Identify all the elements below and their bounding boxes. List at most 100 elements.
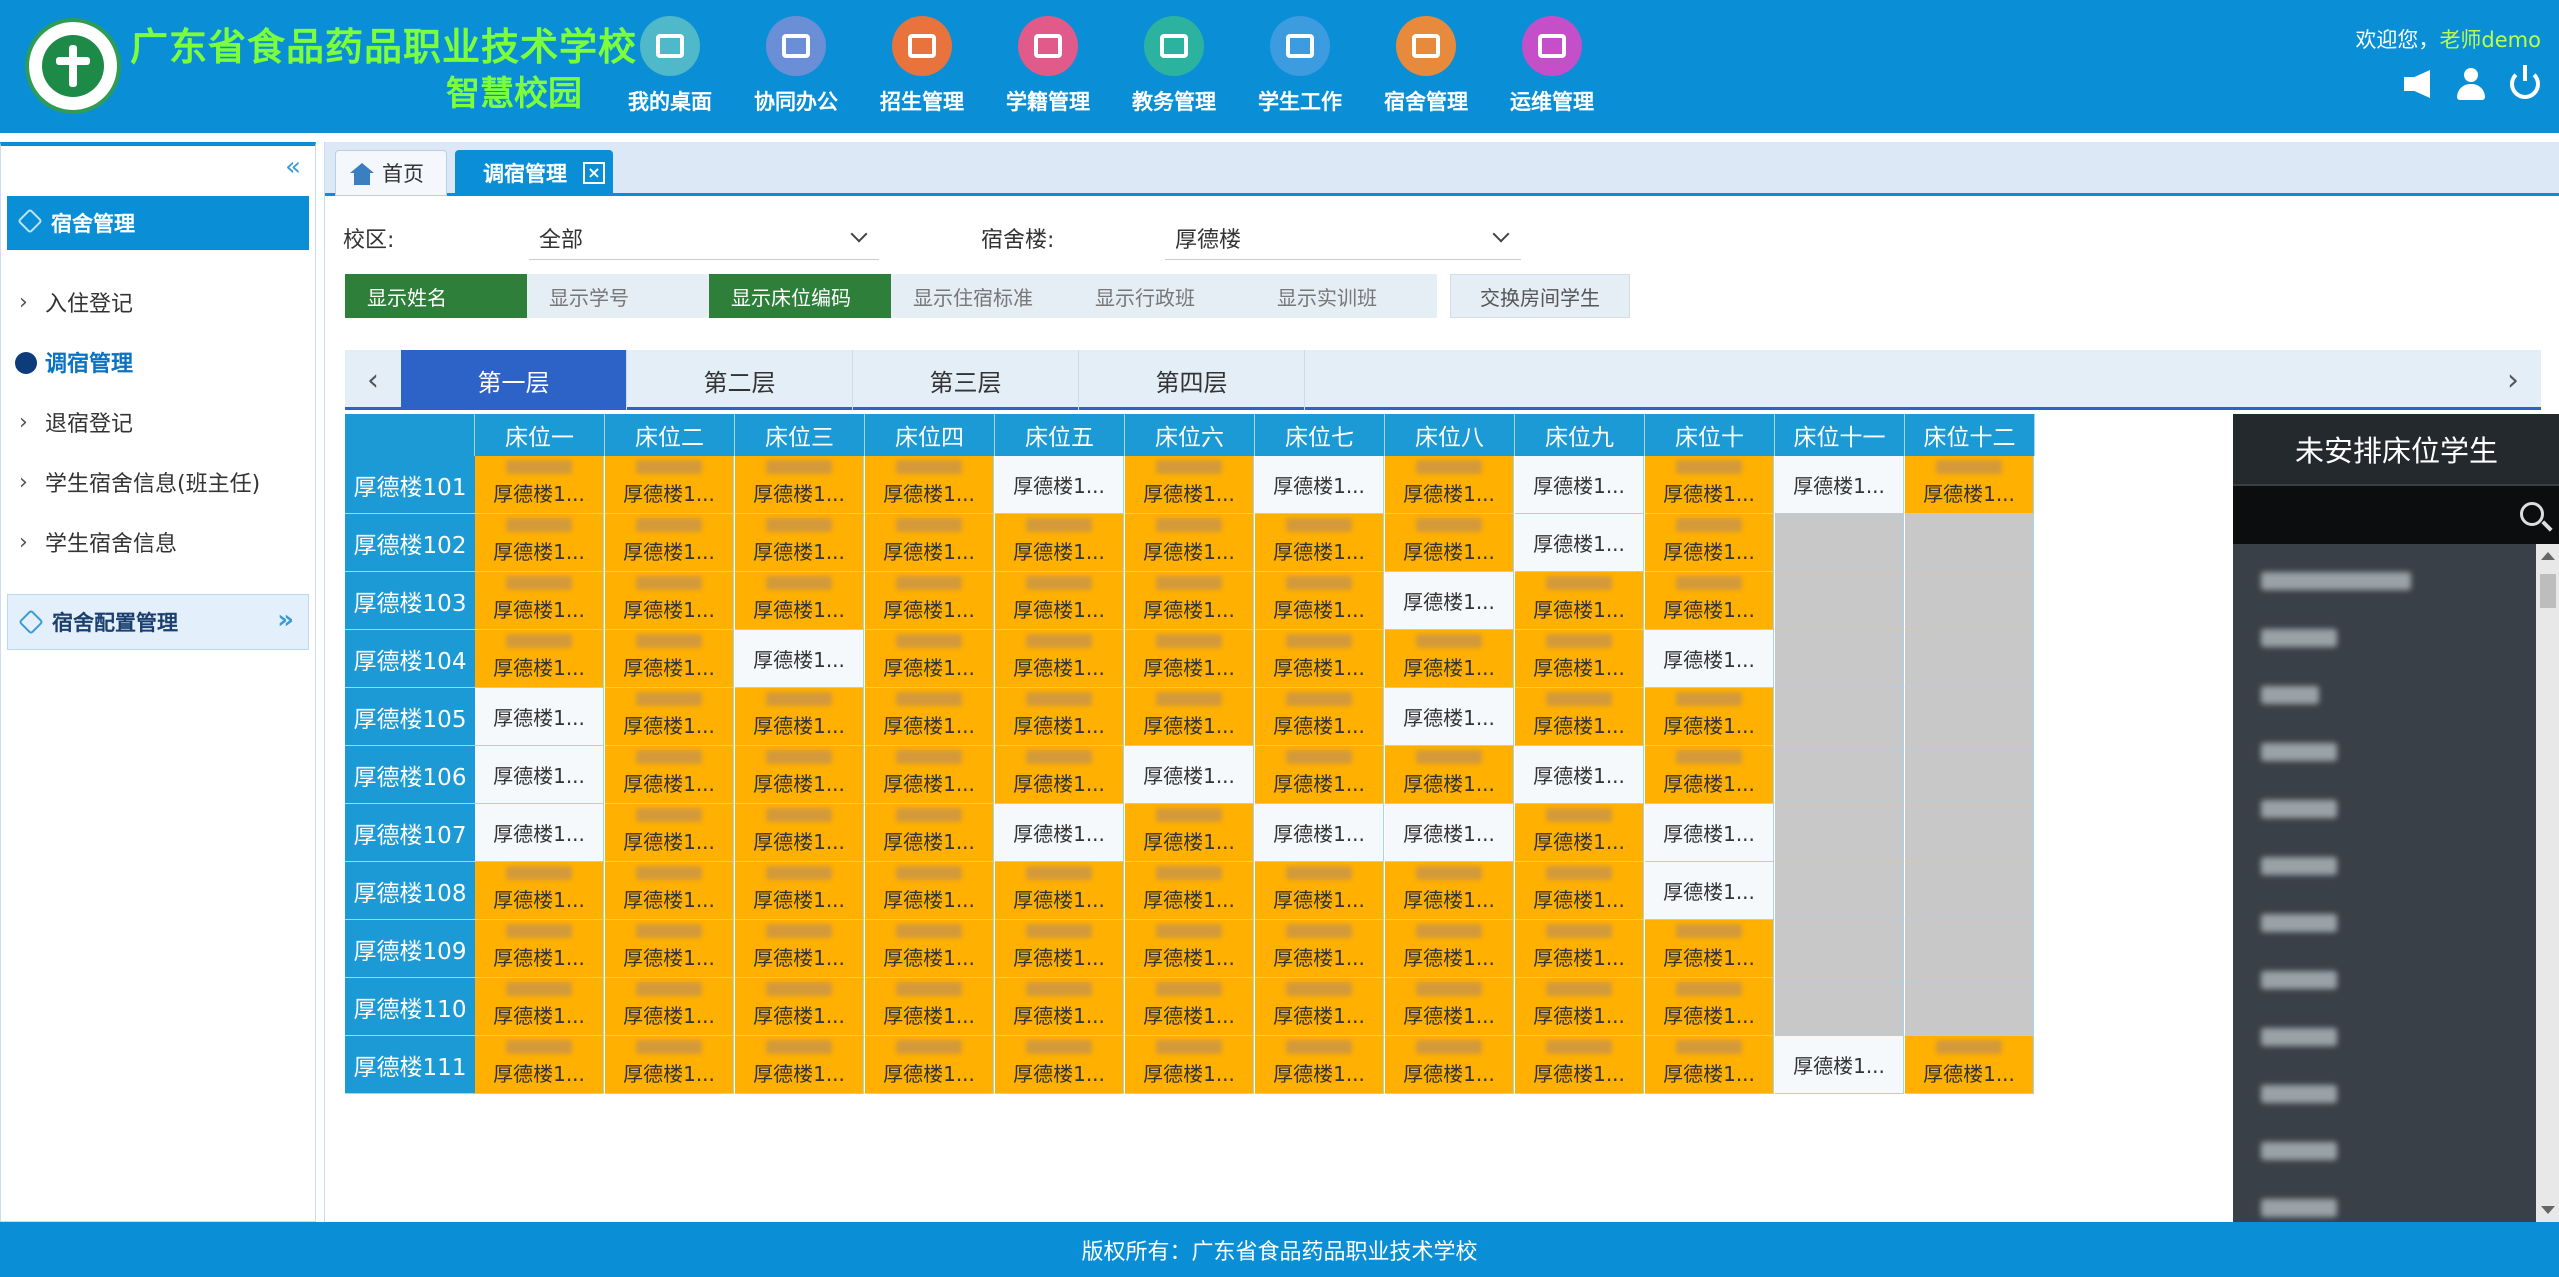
- nav-item-7[interactable]: 运维管理: [1489, 16, 1615, 116]
- room-label[interactable]: 厚德楼108: [345, 862, 475, 920]
- bed-occupied[interactable]: 厚德楼1...: [1125, 572, 1254, 630]
- bed-occupied[interactable]: 厚德楼1...: [475, 1036, 604, 1094]
- bed-occupied[interactable]: 厚德楼1...: [1645, 688, 1774, 746]
- bed-occupied[interactable]: 厚德楼1...: [995, 688, 1124, 746]
- bed-occupied[interactable]: 厚德楼1...: [995, 514, 1124, 572]
- bed-occupied[interactable]: 厚德楼1...: [1905, 1036, 2034, 1094]
- bed-occupied[interactable]: 厚德楼1...: [865, 862, 994, 920]
- bed-occupied[interactable]: 厚德楼1...: [605, 978, 734, 1036]
- sidebar-item-1[interactable]: 调宿管理: [1, 332, 315, 392]
- bed-occupied[interactable]: 厚德楼1...: [1515, 862, 1644, 920]
- room-label[interactable]: 厚德楼103: [345, 572, 475, 630]
- bed-occupied[interactable]: 厚德楼1...: [865, 572, 994, 630]
- bed-occupied[interactable]: 厚德楼1...: [605, 804, 734, 862]
- bed-occupied[interactable]: 厚德楼1...: [475, 630, 604, 688]
- room-label[interactable]: 厚德楼109: [345, 920, 475, 978]
- close-tab-button[interactable]: ×: [583, 162, 605, 184]
- unassigned-student-item[interactable]: [2233, 894, 2533, 951]
- bed-vacant[interactable]: 厚德楼1...: [1385, 688, 1514, 746]
- bed-occupied[interactable]: 厚德楼1...: [995, 862, 1124, 920]
- bed-occupied[interactable]: 厚德楼1...: [1255, 572, 1384, 630]
- bed-occupied[interactable]: 厚德楼1...: [1255, 688, 1384, 746]
- bed-occupied[interactable]: 厚德楼1...: [865, 804, 994, 862]
- nav-item-1[interactable]: 协同办公: [733, 16, 859, 116]
- bed-occupied[interactable]: 厚德楼1...: [605, 630, 734, 688]
- bed-occupied[interactable]: 厚德楼1...: [1385, 1036, 1514, 1094]
- bed-vacant[interactable]: 厚德楼1...: [735, 630, 864, 688]
- unassigned-student-item[interactable]: [2233, 666, 2533, 723]
- bed-occupied[interactable]: 厚德楼1...: [605, 1036, 734, 1094]
- bed-occupied[interactable]: 厚德楼1...: [1385, 978, 1514, 1036]
- panel-scrollbar[interactable]: [2536, 544, 2559, 1222]
- bed-occupied[interactable]: 厚德楼1...: [475, 920, 604, 978]
- scroll-thumb[interactable]: [2540, 574, 2556, 608]
- bed-occupied[interactable]: 厚德楼1...: [605, 514, 734, 572]
- floor-tab-3[interactable]: 第四层: [1079, 350, 1305, 410]
- bed-occupied[interactable]: 厚德楼1...: [995, 920, 1124, 978]
- room-label[interactable]: 厚德楼111: [345, 1036, 475, 1094]
- bed-occupied[interactable]: 厚德楼1...: [605, 688, 734, 746]
- bed-occupied[interactable]: 厚德楼1...: [995, 572, 1124, 630]
- bed-occupied[interactable]: 厚德楼1...: [1125, 978, 1254, 1036]
- sidebar-item-4[interactable]: › 学生宿舍信息: [1, 512, 315, 572]
- bed-occupied[interactable]: 厚德楼1...: [1255, 630, 1384, 688]
- unassigned-student-item[interactable]: [2233, 1008, 2533, 1065]
- bed-occupied[interactable]: 厚德楼1...: [735, 978, 864, 1036]
- nav-item-0[interactable]: 我的桌面: [607, 16, 733, 116]
- bed-occupied[interactable]: 厚德楼1...: [865, 456, 994, 514]
- bed-occupied[interactable]: 厚德楼1...: [1645, 1036, 1774, 1094]
- bed-occupied[interactable]: 厚德楼1...: [1385, 920, 1514, 978]
- bed-vacant[interactable]: 厚德楼1...: [1645, 862, 1774, 920]
- room-label[interactable]: 厚德楼101: [345, 456, 475, 514]
- bed-occupied[interactable]: 厚德楼1...: [735, 862, 864, 920]
- bed-occupied[interactable]: 厚德楼1...: [1125, 920, 1254, 978]
- bed-occupied[interactable]: 厚德楼1...: [1125, 1036, 1254, 1094]
- bed-occupied[interactable]: 厚德楼1...: [735, 746, 864, 804]
- bed-occupied[interactable]: 厚德楼1...: [1125, 688, 1254, 746]
- campus-select[interactable]: 全部: [529, 216, 879, 260]
- floor-prev-button[interactable]: ‹: [345, 350, 401, 410]
- bed-occupied[interactable]: 厚德楼1...: [865, 920, 994, 978]
- bed-occupied[interactable]: 厚德楼1...: [1255, 514, 1384, 572]
- bed-vacant[interactable]: 厚德楼1...: [1775, 456, 1904, 514]
- bed-occupied[interactable]: 厚德楼1...: [1645, 978, 1774, 1036]
- bed-occupied[interactable]: 厚德楼1...: [1125, 456, 1254, 514]
- bed-occupied[interactable]: 厚德楼1...: [605, 572, 734, 630]
- bed-occupied[interactable]: 厚德楼1...: [1385, 746, 1514, 804]
- bed-occupied[interactable]: 厚德楼1...: [1255, 862, 1384, 920]
- bed-occupied[interactable]: 厚德楼1...: [1645, 572, 1774, 630]
- bed-occupied[interactable]: 厚德楼1...: [735, 804, 864, 862]
- bed-occupied[interactable]: 厚德楼1...: [1255, 1036, 1384, 1094]
- floor-tab-1[interactable]: 第二层: [627, 350, 853, 410]
- unassigned-student-item[interactable]: [2233, 1122, 2533, 1179]
- building-select[interactable]: 厚德楼: [1165, 216, 1521, 260]
- bed-occupied[interactable]: 厚德楼1...: [1515, 572, 1644, 630]
- bed-vacant[interactable]: 厚德楼1...: [1515, 746, 1644, 804]
- bed-occupied[interactable]: 厚德楼1...: [1385, 862, 1514, 920]
- bed-occupied[interactable]: 厚德楼1...: [735, 920, 864, 978]
- room-label[interactable]: 厚德楼110: [345, 978, 475, 1036]
- bed-occupied[interactable]: 厚德楼1...: [995, 1036, 1124, 1094]
- bed-vacant[interactable]: 厚德楼1...: [1515, 456, 1644, 514]
- profile-button[interactable]: [2453, 66, 2489, 102]
- bed-occupied[interactable]: 厚德楼1...: [1125, 862, 1254, 920]
- bed-occupied[interactable]: 厚德楼1...: [995, 746, 1124, 804]
- bed-occupied[interactable]: 厚德楼1...: [1125, 514, 1254, 572]
- display-toggle-2[interactable]: 显示床位编码: [709, 274, 891, 318]
- bed-occupied[interactable]: 厚德楼1...: [1515, 978, 1644, 1036]
- bed-occupied[interactable]: 厚德楼1...: [475, 978, 604, 1036]
- scroll-up-icon[interactable]: [2541, 552, 2555, 560]
- bed-occupied[interactable]: 厚德楼1...: [1385, 456, 1514, 514]
- sidebar-item-0[interactable]: › 入住登记: [1, 272, 315, 332]
- bed-occupied[interactable]: 厚德楼1...: [995, 630, 1124, 688]
- bed-occupied[interactable]: 厚德楼1...: [865, 746, 994, 804]
- unassigned-student-item[interactable]: [2233, 723, 2533, 780]
- bed-occupied[interactable]: 厚德楼1...: [475, 572, 604, 630]
- floor-tab-0[interactable]: 第一层: [401, 350, 627, 410]
- bed-occupied[interactable]: 厚德楼1...: [1515, 804, 1644, 862]
- nav-item-5[interactable]: 学生工作: [1237, 16, 1363, 116]
- tab-home[interactable]: 首页: [335, 150, 447, 196]
- bed-occupied[interactable]: 厚德楼1...: [605, 920, 734, 978]
- bed-occupied[interactable]: 厚德楼1...: [475, 862, 604, 920]
- bed-occupied[interactable]: 厚德楼1...: [735, 1036, 864, 1094]
